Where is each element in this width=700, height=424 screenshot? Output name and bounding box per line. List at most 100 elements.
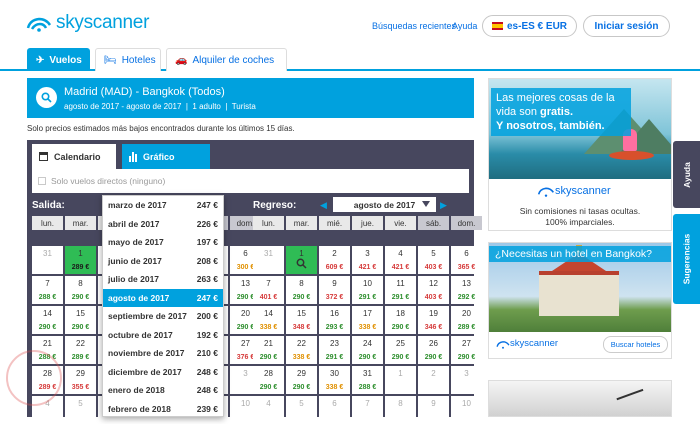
day-price: 421 € (391, 264, 410, 271)
outbound-day-cell[interactable]: 29 355 € (65, 366, 96, 394)
tab-chart[interactable]: Gráfico (122, 144, 210, 169)
locale-button[interactable]: es-ES € EUR (482, 15, 577, 37)
return-day-cell[interactable]: 18 290 € (385, 306, 416, 334)
ad-fisherman[interactable] (488, 380, 672, 417)
day-number: 24 (363, 339, 372, 348)
outbound-day-cell[interactable]: 15 290 € (65, 306, 96, 334)
return-day-cell[interactable]: 6 365 € (451, 246, 482, 274)
plane-icon: ✈ (36, 54, 45, 66)
ad-free-banner[interactable]: Las mejores cosas de la vida son gratis.… (488, 78, 672, 231)
return-day-cell[interactable]: 3 421 € (352, 246, 383, 274)
day-price: 338 € (292, 354, 311, 361)
day-number: 1 (299, 249, 304, 258)
ad2-brand-name: skyscanner (510, 338, 559, 349)
outbound-day-cell[interactable]: 22 289 € (65, 336, 96, 364)
outbound-day-cell[interactable]: 7 288 € (32, 276, 63, 304)
return-day-cell: 3 (451, 366, 482, 394)
return-day-cell[interactable]: 27 290 € (451, 336, 482, 364)
month-option[interactable]: junio de 2017 208 € (103, 252, 223, 271)
return-day-cell: 7 (352, 396, 383, 424)
next-month-arrow-icon[interactable]: ▶ (440, 200, 447, 211)
tab-chart-label: Gráfico (143, 151, 175, 162)
month-option[interactable]: abril de 2017 226 € (103, 215, 223, 234)
recent-searches-link[interactable]: Búsquedas recientes (372, 21, 456, 31)
return-day-cell[interactable]: 19 346 € (418, 306, 449, 334)
return-day-cell[interactable]: 17 338 € (352, 306, 383, 334)
brand-name: skyscanner (56, 12, 150, 33)
ad-hotel-bangkok[interactable]: ¿Necesitas un hotel en Bangkok? skyscann… (488, 242, 672, 359)
tab-flights[interactable]: ✈ Vuelos (27, 48, 90, 71)
return-day-cell[interactable]: 13 292 € (451, 276, 482, 304)
tab-hotels[interactable]: 🛏 Hoteles (95, 48, 161, 71)
month-option[interactable]: agosto de 2017 247 € (103, 288, 223, 307)
return-day-cell[interactable]: 20 289 € (451, 306, 482, 334)
prev-month-arrow-icon[interactable]: ◀ (320, 200, 327, 211)
return-day-cell[interactable]: 5 403 € (418, 246, 449, 274)
outbound-day-cell[interactable]: 1 289 € (65, 246, 96, 274)
return-day-cell[interactable]: 16 293 € (319, 306, 350, 334)
return-day-cell[interactable]: 30 338 € (319, 366, 350, 394)
return-day-cell[interactable]: 22 338 € (286, 336, 317, 364)
return-day-cell[interactable]: 12 403 € (418, 276, 449, 304)
day-number: 9 (332, 279, 337, 288)
search-hotels-button[interactable]: Buscar hoteles (603, 336, 668, 353)
return-day-cell[interactable]: 2 609 € (319, 246, 350, 274)
tab-calendar[interactable]: Calendario (32, 144, 116, 169)
return-day-cell[interactable]: 7 401 € (253, 276, 284, 304)
month-dropdown[interactable]: marzo de 2017 247 € abril de 2017 226 € mayo… (102, 195, 224, 417)
day-price: 348 € (292, 324, 311, 331)
return-month-select[interactable]: agosto de 2017 (333, 197, 436, 212)
day-price: 346 € (424, 324, 443, 331)
tab-car-hire[interactable]: 🚗 Alquiler de coches (166, 48, 287, 71)
skyscanner-logo[interactable]: skyscanner (26, 12, 149, 34)
month-option[interactable]: septiembre de 2017 200 € (103, 307, 223, 326)
month-option[interactable]: octubre de 2017 192 € (103, 326, 223, 345)
return-day-cell[interactable]: 31 288 € (352, 366, 383, 394)
return-day-cell[interactable]: 21 290 € (253, 336, 284, 364)
month-option-label: julio de 2017 (108, 274, 160, 285)
month-option[interactable]: julio de 2017 263 € (103, 270, 223, 289)
outbound-day-cell: 5 (65, 396, 96, 424)
return-day-cell[interactable]: 29 290 € (286, 366, 317, 394)
search-icon[interactable] (36, 87, 57, 108)
month-option[interactable]: mayo de 2017 197 € (103, 233, 223, 252)
month-option[interactable]: febrero de 2018 239 € (103, 400, 223, 419)
return-month-value: agosto de 2017 (353, 199, 416, 210)
return-day-cell[interactable]: 14 338 € (253, 306, 284, 334)
suggestions-side-tab[interactable]: Sugerencias (673, 214, 700, 304)
return-day-cell: 2 (418, 366, 449, 394)
return-day-cell[interactable]: 26 290 € (418, 336, 449, 364)
return-day-cell[interactable]: 24 290 € (352, 336, 383, 364)
return-day-cell[interactable]: 25 290 € (385, 336, 416, 364)
day-number: 25 (396, 339, 405, 348)
direct-only-checkbox[interactable] (38, 177, 46, 185)
outbound-day-cell[interactable]: 8 290 € (65, 276, 96, 304)
search-route: Madrid (MAD) - Bangkok (Todos) (64, 86, 225, 98)
month-option[interactable]: diciembre de 2017 248 € (103, 363, 223, 382)
month-option-label: marzo de 2017 (108, 200, 167, 211)
return-day-cell[interactable]: 15 348 € (286, 306, 317, 334)
return-day-cell[interactable]: 23 291 € (319, 336, 350, 364)
search-summary[interactable]: Madrid (MAD) - Bangkok (Todos) agosto de… (27, 78, 474, 118)
help-link[interactable]: Ayuda (452, 21, 477, 31)
direct-only-filter[interactable]: Solo vuelos directos (ninguno) (32, 169, 469, 193)
return-day-cell: 5 (286, 396, 317, 424)
outbound-day-cell[interactable]: 14 290 € (32, 306, 63, 334)
day-price: 403 € (424, 264, 443, 271)
return-day-cell[interactable]: 10 291 € (352, 276, 383, 304)
return-day-cell[interactable]: 28 290 € (253, 366, 284, 394)
return-day-cell[interactable]: 1 (286, 246, 317, 274)
return-day-cell[interactable]: 4 421 € (385, 246, 416, 274)
day-number: 15 (76, 309, 85, 318)
return-day-cell[interactable]: 8 290 € (286, 276, 317, 304)
return-day-cell[interactable]: 11 291 € (385, 276, 416, 304)
return-day-cell[interactable]: 9 372 € (319, 276, 350, 304)
tab-hotels-label: Hoteles (121, 54, 156, 66)
month-option[interactable]: enero de 2018 248 € (103, 381, 223, 400)
day-number: 23 (330, 339, 339, 348)
month-option[interactable]: noviembre de 2017 210 € (103, 344, 223, 363)
help-side-tab[interactable]: Ayuda (673, 141, 700, 208)
login-button[interactable]: Iniciar sesión (583, 15, 670, 37)
day-price: 372 € (325, 294, 344, 301)
month-option[interactable]: marzo de 2017 247 € (103, 196, 223, 215)
